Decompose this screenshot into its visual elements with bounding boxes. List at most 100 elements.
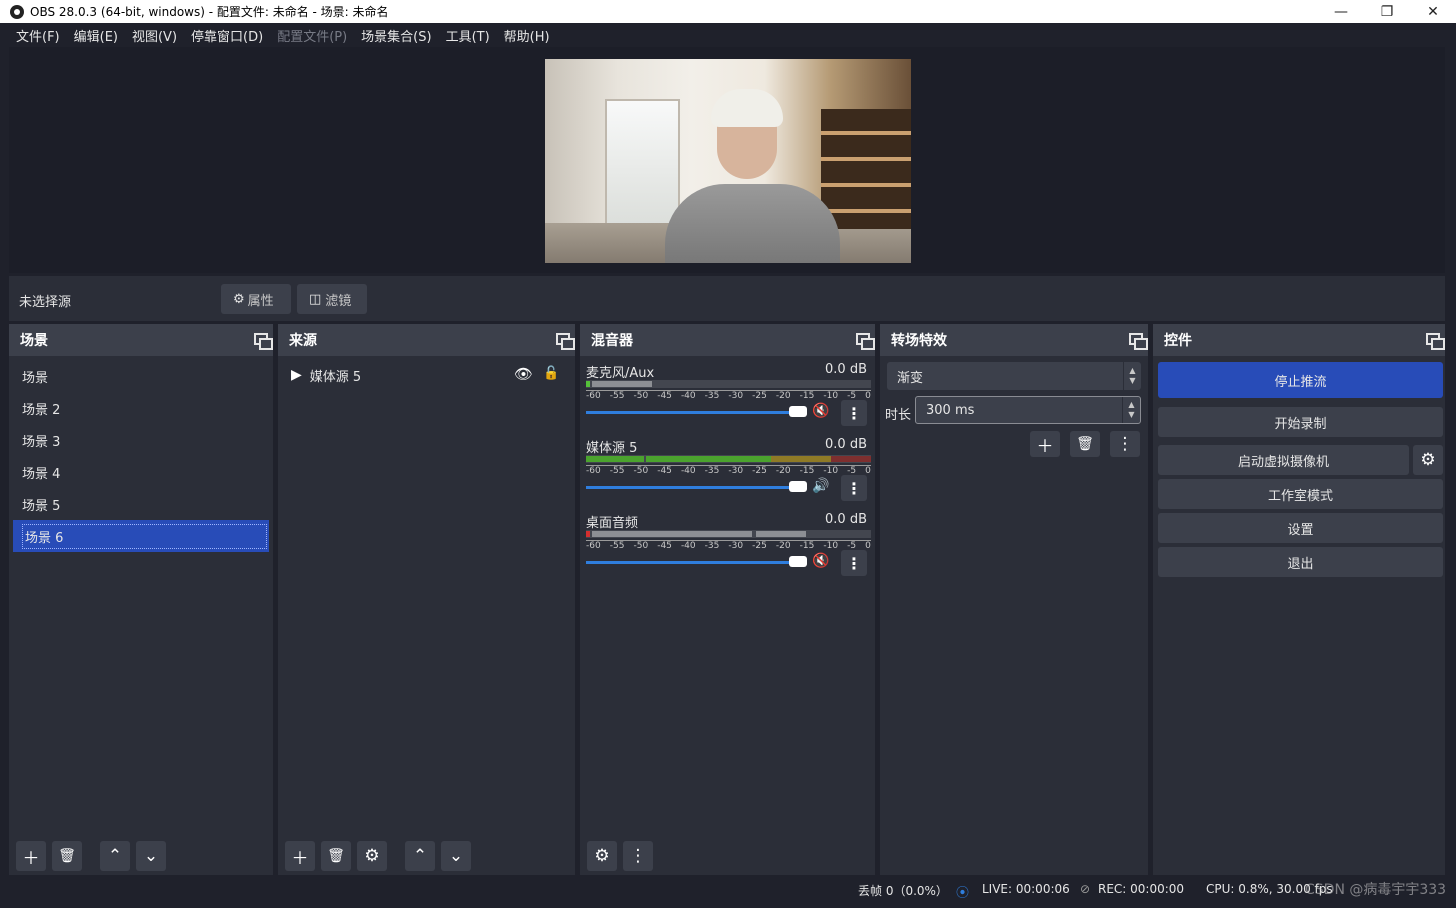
menu-view[interactable]: 视图(V) (125, 26, 184, 45)
eye-icon[interactable]: 👁 (514, 365, 533, 383)
csdn-watermark: CSDN @病毒宇宇333 (1305, 882, 1447, 898)
float-dock-icon[interactable] (855, 332, 875, 350)
channel-menu-button[interactable]: ⋮ (841, 475, 867, 501)
properties-button[interactable]: ⚙ 属性 (221, 284, 291, 314)
close-button[interactable]: ✕ (1410, 0, 1456, 23)
scene-item[interactable]: 场景 3 (9, 424, 273, 456)
add-source-button[interactable]: ＋ (285, 841, 315, 871)
scale-tick: -45 (657, 466, 672, 476)
remove-source-button[interactable]: 🗑 (321, 841, 351, 871)
scale-tick: -60 (586, 541, 601, 551)
move-source-up-button[interactable]: ⌃ (405, 841, 435, 871)
start-virtual-cam-button[interactable]: 启动虚拟摄像机 (1158, 445, 1409, 475)
transition-select[interactable]: 渐变 ▲ ▼ (887, 362, 1141, 390)
scenes-header: 场景 (9, 324, 273, 356)
move-scene-up-button[interactable]: ⌃ (100, 841, 130, 871)
float-dock-icon[interactable] (1425, 332, 1445, 350)
studio-mode-button[interactable]: 工作室模式 (1158, 479, 1443, 509)
volume-meter (586, 380, 871, 388)
scale-tick: -50 (633, 391, 649, 401)
mixer-channel: 麦克风/Aux 0.0 dB -60 -55 -50 -45 -40 -35 -30 -25-… (580, 356, 875, 431)
restore-button[interactable]: ❐ (1364, 0, 1410, 23)
channel-menu-button[interactable]: ⋮ (841, 550, 867, 576)
scenes-title: 场景 (20, 333, 48, 349)
source-item-label: 媒体源 5 (309, 369, 362, 385)
scale-tick: -10 (823, 391, 839, 401)
scale-tick: -45 (657, 391, 672, 401)
trash-icon: 🗑 (58, 848, 76, 864)
volume-slider-thumb[interactable] (789, 406, 807, 417)
transition-menu-button[interactable]: ⋮ (1110, 431, 1140, 457)
remove-transition-button[interactable]: 🗑 (1070, 431, 1100, 457)
volume-slider-thumb[interactable] (789, 481, 807, 492)
source-item[interactable]: ▶ 媒体源 5 👁 🔓 (278, 356, 575, 394)
muted-speaker-icon[interactable]: 🔇 (812, 403, 829, 419)
mixer-menu-button[interactable]: ⋮ (623, 841, 653, 871)
duration-spinbox[interactable]: 300 ms ▲ ▼ (915, 396, 1141, 424)
menu-tools[interactable]: 工具(T) (439, 26, 497, 45)
volume-slider[interactable] (586, 486, 800, 489)
exit-button[interactable]: 退出 (1158, 547, 1443, 577)
volume-meter (586, 530, 871, 538)
add-transition-button[interactable]: ＋ (1030, 431, 1060, 457)
move-source-down-button[interactable]: ⌄ (441, 841, 471, 871)
minimize-button[interactable]: — (1318, 0, 1364, 23)
scale-tick: -20 (775, 466, 791, 476)
menu-edit[interactable]: 编辑(E) (67, 26, 125, 45)
scale-tick: -25 (752, 541, 767, 551)
source-properties-button[interactable]: ⚙ (357, 841, 387, 871)
transitions-dock: 转场特效 渐变 ▲ ▼ 时长 300 ms ▲ ▼ ＋ 🗑 ⋮ (880, 324, 1148, 875)
menu-file[interactable]: 文件(F) (9, 26, 67, 45)
muted-speaker-icon[interactable]: 🔇 (812, 553, 829, 569)
channel-menu-button[interactable]: ⋮ (841, 400, 867, 426)
advanced-audio-button[interactable]: ⚙ (587, 841, 617, 871)
filters-label: 滤镜 (325, 293, 352, 309)
channel-db: 0.0 dB (825, 512, 867, 527)
gear-icon: ⚙ (233, 291, 245, 307)
float-dock-icon[interactable] (555, 332, 575, 350)
scene-item[interactable]: 场景 2 (9, 392, 273, 424)
mixer-channel: 媒体源 5 0.0 dB -60 -55 -50 -45 -40 -35 -30 -25 -20… (580, 431, 875, 506)
move-scene-down-button[interactable]: ⌄ (136, 841, 166, 871)
float-dock-icon[interactable] (253, 332, 273, 350)
meter-scale: -60 -55 -50 -45 -40 -35 -30 -25 -20 -15 -10 -5 0 (586, 390, 871, 402)
add-scene-button[interactable]: ＋ (16, 841, 46, 871)
volume-slider[interactable] (586, 411, 800, 414)
filters-button[interactable]: ◫ 滤镜 (297, 284, 367, 314)
menu-profile[interactable]: 配置文件(P) (270, 26, 354, 45)
speaker-icon[interactable]: 🔊 (812, 478, 829, 494)
scale-tick: -35 (704, 541, 720, 551)
scale-tick: -60 (586, 466, 601, 476)
plus-icon: ＋ (1036, 436, 1054, 457)
chevron-up-icon: ⌃ (107, 846, 123, 866)
scenes-toolbar: ＋ 🗑 ⌃ ⌄ (9, 841, 273, 871)
scene-item[interactable]: 场景 4 (9, 456, 273, 488)
virtual-cam-settings-button[interactable]: ⚙ (1413, 445, 1443, 475)
scene-item-selected[interactable]: 场景 6 (13, 520, 269, 552)
obs-logo-icon (10, 4, 24, 19)
float-dock-icon[interactable] (1128, 332, 1148, 350)
meter-level-muted (592, 531, 752, 537)
scene-item[interactable]: 场景 (9, 360, 273, 392)
scene-item-label: 场景 3 (22, 434, 61, 450)
meter-scale: -60 -55 -50 -45 -40 -35 -30 -25 -20 -15 -10 -5 0 (586, 465, 871, 477)
preview-shelf-shape (821, 109, 911, 229)
controls-header: 控件 (1153, 324, 1445, 356)
status-bar: 丢帧 0（0.0%） ⦿ LIVE: 00:00:06 ⊘ REC: 00:00… (0, 877, 1456, 908)
menu-scene-collection[interactable]: 场景集合(S) (354, 26, 438, 45)
scene-item[interactable]: 场景 5 (9, 488, 273, 520)
stop-stream-button[interactable]: 停止推流 (1158, 362, 1443, 398)
menu-help[interactable]: 帮助(H) (497, 26, 557, 45)
rec-time: REC: 00:00:00 (1098, 882, 1185, 896)
start-record-button[interactable]: 开始录制 (1158, 407, 1443, 437)
volume-slider[interactable] (586, 561, 800, 564)
menu-docks[interactable]: 停靠窗口(D) (184, 26, 270, 45)
preview-person-hair (711, 89, 783, 127)
lock-icon[interactable]: 🔓 (543, 366, 559, 381)
kebab-icon: ⋮ (1116, 434, 1134, 454)
remove-scene-button[interactable]: 🗑 (52, 841, 82, 871)
spin-arrows-icon[interactable]: ▲ ▼ (1122, 397, 1140, 423)
volume-slider-thumb[interactable] (789, 556, 807, 567)
meter-level (586, 531, 590, 537)
settings-button[interactable]: 设置 (1158, 513, 1443, 543)
